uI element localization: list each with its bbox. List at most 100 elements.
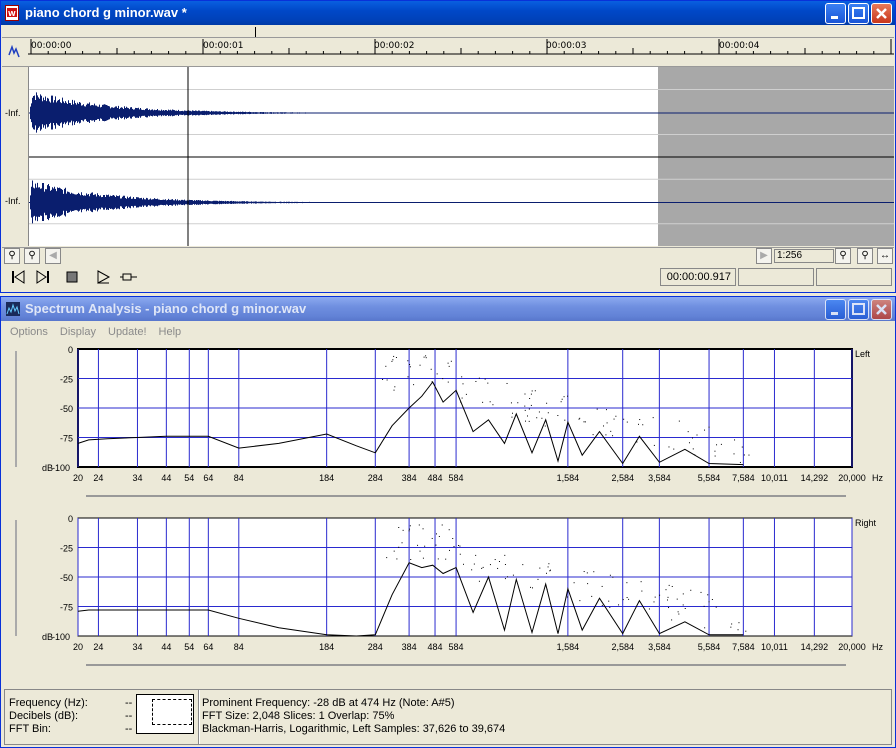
peak-dot: [592, 434, 594, 436]
peak-dot: [665, 589, 667, 591]
y-tick-label: 0: [68, 345, 73, 355]
spectrum-charts: 0-25-50-75-100dB20 24 34 44 54 64 84 184 284 384 4…: [15, 345, 883, 666]
peak-dot: [437, 558, 439, 560]
peak-dot: [714, 450, 716, 452]
y-tick-label: -50: [60, 404, 73, 414]
y-tick-label: 0: [68, 514, 73, 524]
peak-dot: [730, 626, 732, 628]
peak-dot: [401, 542, 403, 544]
peak-dot: [453, 546, 455, 548]
peak-dot: [548, 563, 550, 565]
peak-dot: [606, 422, 608, 424]
peak-dot: [473, 563, 475, 565]
peak-dot: [452, 538, 454, 540]
peak-dot: [579, 417, 581, 419]
x-tick-label: 7,584: [732, 642, 755, 652]
peak-dot: [593, 571, 595, 573]
peak-dot: [628, 598, 630, 600]
peak-dot: [745, 630, 747, 632]
peak-dot: [618, 604, 620, 606]
peak-dot: [684, 607, 686, 609]
peak-dot: [586, 572, 588, 574]
y-tick-label: -100: [52, 463, 70, 473]
peak-dot: [626, 597, 628, 599]
peak-dot: [583, 421, 585, 423]
peak-dot: [601, 585, 603, 587]
peak-dot: [546, 588, 548, 590]
peak-dot: [738, 622, 740, 624]
peak-dot: [447, 381, 449, 383]
peak-dot: [385, 365, 387, 367]
peak-dot: [711, 599, 713, 601]
peak-dot: [566, 596, 568, 598]
peak-dot: [642, 424, 644, 426]
peak-dot: [708, 601, 710, 603]
peak-dot: [741, 446, 743, 448]
peak-dot: [671, 585, 673, 587]
x-axis-unit: Hz: [872, 473, 883, 483]
peak-dot: [435, 533, 437, 535]
peak-dot: [465, 393, 467, 395]
x-tick-label: 284: [368, 473, 383, 483]
peak-dot: [425, 355, 427, 357]
peak-dot: [583, 571, 585, 573]
peak-dot: [435, 544, 437, 546]
peak-dot: [626, 582, 628, 584]
peak-dot: [691, 437, 693, 439]
peak-dot: [419, 364, 421, 366]
x-tick-label: 20,000: [838, 473, 866, 483]
x-tick-label: 24: [93, 473, 103, 483]
peak-dot: [714, 455, 716, 457]
peak-dot: [431, 381, 433, 383]
peak-dot: [563, 396, 565, 398]
peak-dot: [578, 418, 580, 420]
peak-dot: [517, 402, 519, 404]
peak-dot: [459, 553, 461, 555]
decibels-label: Decibels (dB):: [9, 710, 79, 722]
peak-dot: [506, 382, 508, 384]
fft-size: FFT Size: 2,048 Slices: 1 Overlap: 75%: [202, 710, 395, 722]
peak-dot: [688, 442, 690, 444]
peak-dot: [541, 417, 543, 419]
peak-dot: [489, 564, 491, 566]
peak-dot: [557, 415, 559, 417]
peak-dot: [524, 409, 526, 411]
peak-dot: [402, 529, 404, 531]
peak-dot: [462, 383, 464, 385]
peak-dot: [547, 566, 549, 568]
peak-dot: [396, 558, 398, 560]
x-tick-label: 10,011: [761, 473, 788, 483]
peak-dot: [531, 390, 533, 392]
peak-dot: [704, 627, 706, 629]
peak-dot: [539, 567, 541, 569]
peak-dot: [673, 448, 675, 450]
peak-dot: [579, 600, 581, 602]
peak-dot: [564, 419, 566, 421]
x-tick-label: 44: [161, 642, 171, 652]
x-tick-label: 20: [73, 473, 83, 483]
fft-bin-value: --: [125, 723, 133, 735]
peak-dot: [512, 412, 514, 414]
peak-dot: [394, 386, 396, 388]
x-tick-label: 34: [132, 642, 142, 652]
x-tick-label: 484: [428, 642, 443, 652]
x-tick-label: 384: [402, 642, 417, 652]
peak-dot: [708, 426, 710, 428]
peak-dot: [448, 549, 450, 551]
peak-dot: [678, 613, 680, 615]
peak-dot: [538, 411, 540, 413]
peak-dot: [471, 569, 473, 571]
x-tick-label: 14,292: [801, 642, 829, 652]
peak-dot: [459, 545, 461, 547]
x-tick-label: 24: [93, 642, 103, 652]
peak-dot: [737, 629, 739, 631]
peak-dot: [700, 591, 702, 593]
peak-dot: [417, 544, 419, 546]
peak-dot: [536, 417, 538, 419]
peak-dot: [489, 401, 491, 403]
peak-dot: [639, 419, 641, 421]
x-tick-label: 20,000: [838, 642, 866, 652]
prominent-frequency: Prominent Frequency: -28 dB at 474 Hz (N…: [202, 697, 455, 709]
window-info: Blackman-Harris, Logarithmic, Left Sampl…: [202, 723, 506, 735]
frequency-label: Frequency (Hz):: [9, 697, 88, 709]
